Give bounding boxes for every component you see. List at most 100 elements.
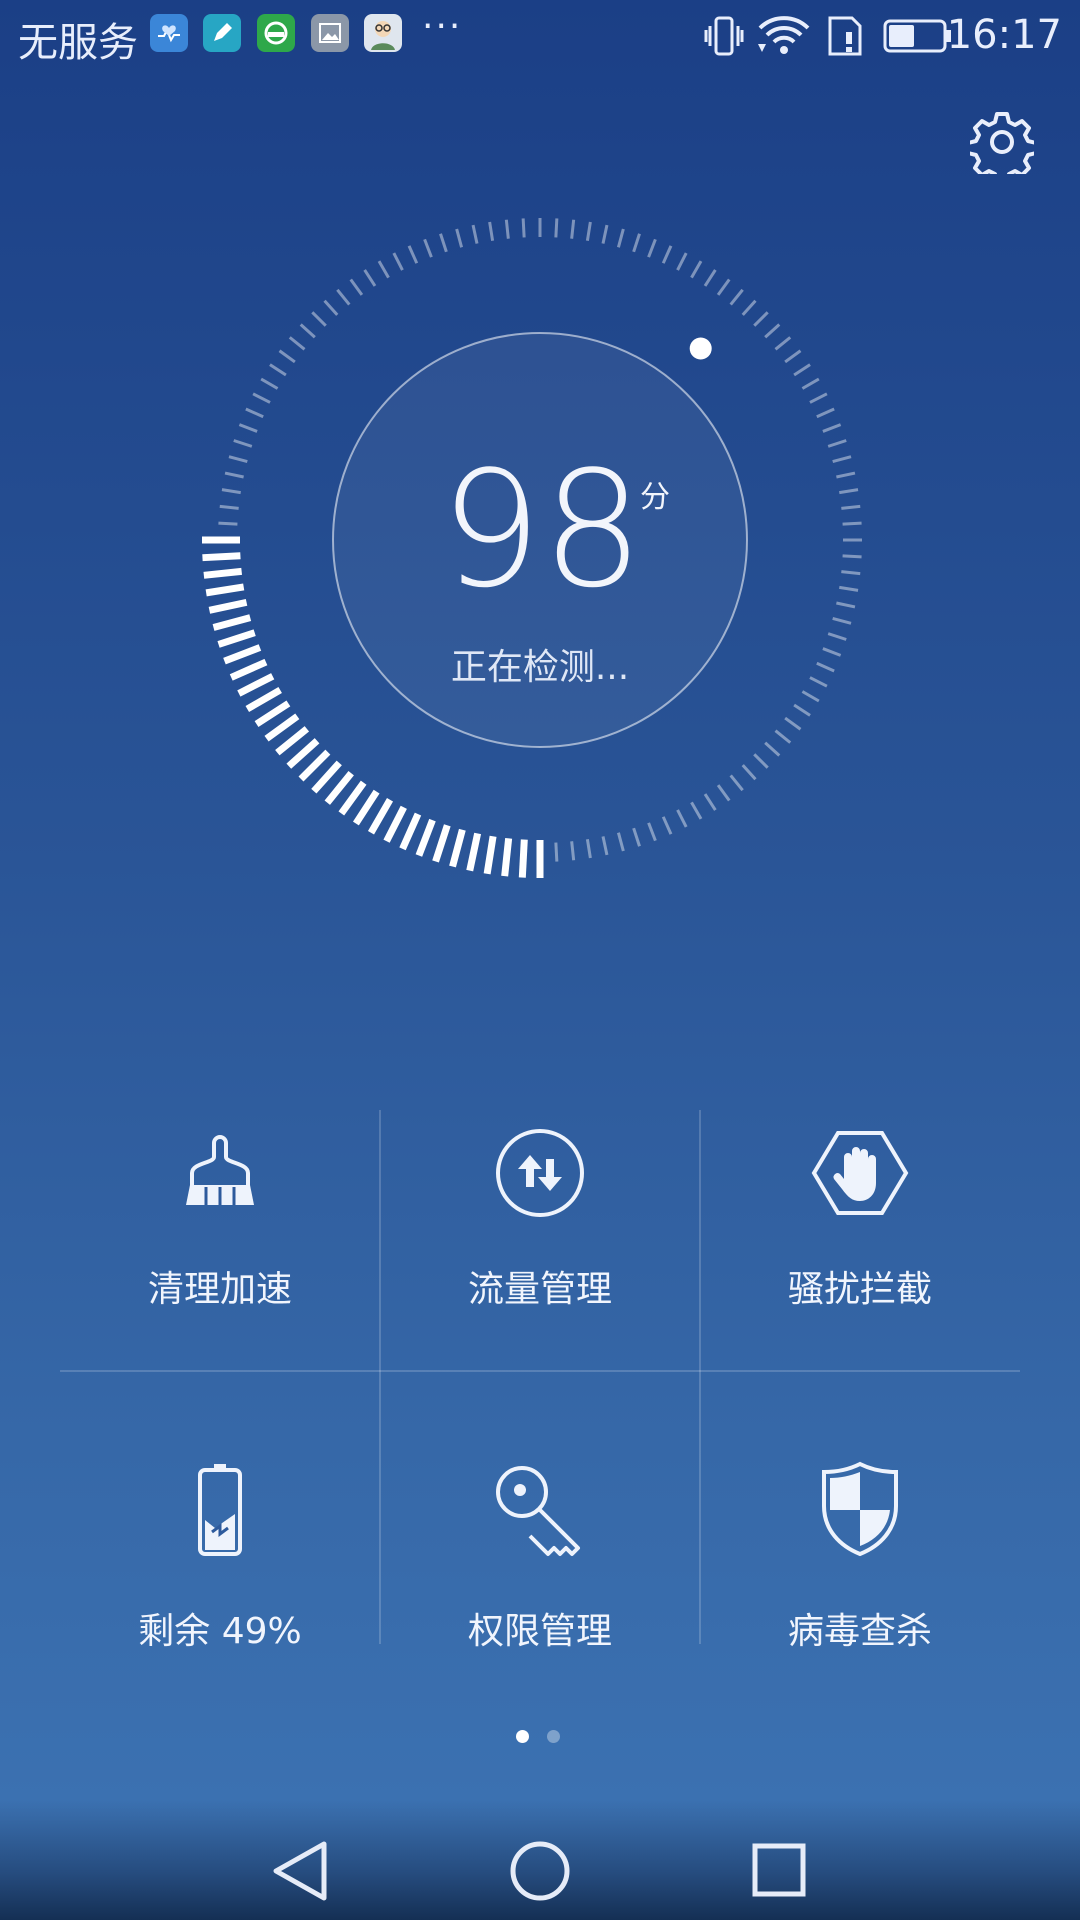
back-icon[interactable] bbox=[266, 1836, 336, 1906]
battery-icon bbox=[883, 19, 951, 53]
dial-tick-active bbox=[275, 726, 310, 756]
dial-tick bbox=[774, 729, 792, 744]
home-icon[interactable] bbox=[505, 1836, 575, 1906]
dial-tick bbox=[288, 336, 306, 351]
page-dot-active[interactable] bbox=[516, 1730, 529, 1743]
tile-battery[interactable]: 剩余 49% bbox=[60, 1440, 380, 1770]
dial-tick bbox=[228, 455, 248, 464]
dial-tick bbox=[363, 269, 377, 287]
dial-tick bbox=[716, 784, 731, 802]
dial-tick bbox=[801, 377, 820, 390]
broom-icon bbox=[186, 1135, 254, 1205]
dial-tick bbox=[827, 632, 847, 641]
dial-tick bbox=[690, 801, 703, 820]
dial-tick-active bbox=[237, 673, 275, 697]
dial-tick bbox=[423, 238, 433, 258]
score-value: 98 bbox=[440, 436, 644, 623]
dial-tick bbox=[832, 455, 852, 464]
navigation-bar bbox=[0, 1800, 1080, 1920]
vibrate-icon bbox=[704, 16, 744, 56]
dial-tick bbox=[616, 832, 625, 852]
dial-tick-active bbox=[432, 824, 451, 863]
dial-tick-active bbox=[324, 770, 354, 805]
dial-tick bbox=[585, 221, 592, 241]
scan-status: 正在检测... bbox=[450, 647, 630, 688]
dial-tick bbox=[269, 363, 287, 377]
dial-tick bbox=[407, 245, 419, 264]
dial-tick-active bbox=[466, 832, 482, 872]
dial-tick bbox=[836, 471, 856, 479]
tile-permission-management[interactable]: 权限管理 bbox=[380, 1440, 700, 1770]
dial-tick bbox=[616, 228, 625, 248]
dial-tick bbox=[219, 504, 239, 510]
dial-tick-active bbox=[352, 789, 380, 826]
dial-tick bbox=[455, 228, 464, 248]
dial-tick bbox=[836, 601, 856, 609]
wifi-icon bbox=[758, 16, 810, 54]
dial-tick-active bbox=[501, 837, 513, 877]
dial-tick bbox=[774, 336, 792, 351]
dial-tick bbox=[793, 703, 811, 717]
chat-app-icon bbox=[257, 14, 295, 52]
tile-label: 骚扰拦截 bbox=[787, 1269, 932, 1310]
gear-icon[interactable] bbox=[970, 110, 1034, 174]
tile-virus-scan[interactable]: 病毒查杀 bbox=[700, 1440, 1020, 1770]
avatar-app-icon bbox=[364, 14, 402, 52]
dial-tick bbox=[676, 252, 688, 271]
dial-tick bbox=[377, 260, 390, 279]
dial-tick bbox=[570, 219, 576, 239]
dial-tick bbox=[336, 288, 351, 306]
dial-tick bbox=[601, 836, 609, 856]
dial-tick bbox=[647, 822, 657, 842]
dial-tick bbox=[729, 774, 744, 792]
page-dot[interactable] bbox=[547, 1730, 560, 1743]
dial-tick-active bbox=[223, 644, 262, 665]
dial-tick bbox=[839, 585, 859, 592]
dial-tick-active bbox=[212, 614, 252, 631]
dial-tick bbox=[703, 793, 717, 811]
dial-tick bbox=[703, 269, 717, 287]
scan-indicator-dot bbox=[689, 337, 712, 360]
data-transfer-icon bbox=[496, 1129, 584, 1217]
dial-tick bbox=[753, 311, 769, 327]
dial-tick bbox=[349, 278, 364, 296]
dial-tick-active bbox=[229, 658, 268, 681]
dial-tick bbox=[784, 716, 802, 731]
dial-tick-active bbox=[383, 805, 407, 843]
dial-tick bbox=[661, 816, 673, 835]
tile-label: 权限管理 bbox=[467, 1611, 612, 1652]
tile-data-management[interactable]: 流量管理 bbox=[380, 1110, 700, 1440]
dial-tick bbox=[841, 570, 861, 576]
dial-tick-active bbox=[449, 828, 466, 868]
tile-harassment-blocking[interactable]: 骚扰拦截 bbox=[700, 1110, 1020, 1440]
dial-tick bbox=[822, 647, 842, 657]
dial-tick bbox=[809, 392, 828, 404]
carrier-label: 无服务 bbox=[18, 20, 138, 66]
dial-tick bbox=[832, 616, 852, 625]
dial-tick bbox=[690, 260, 703, 279]
dial-tick bbox=[784, 349, 802, 364]
dial-tick bbox=[842, 521, 862, 526]
dial-tick bbox=[716, 278, 731, 296]
tile-label: 剩余 49% bbox=[138, 1611, 302, 1652]
dial-tick bbox=[764, 741, 781, 757]
dial-tick bbox=[816, 407, 835, 419]
clock: 16:17 bbox=[946, 12, 1062, 58]
dial-tick bbox=[554, 842, 559, 862]
recents-icon[interactable] bbox=[745, 1836, 815, 1906]
dial-tick bbox=[793, 363, 811, 377]
page-indicator bbox=[516, 1730, 576, 1746]
dial-tick bbox=[323, 299, 339, 316]
dial-tick bbox=[238, 423, 258, 433]
dial-tick bbox=[827, 439, 847, 448]
tile-cleanup[interactable]: 清理加速 bbox=[60, 1110, 380, 1440]
dial-tick bbox=[570, 841, 576, 861]
dial-tick bbox=[809, 676, 828, 688]
dial-tick-active bbox=[518, 839, 528, 878]
dial-tick bbox=[521, 218, 526, 238]
tile-label: 流量管理 bbox=[467, 1269, 612, 1310]
dial-tick bbox=[278, 349, 296, 364]
dial-tick bbox=[392, 252, 404, 271]
dial-tick bbox=[439, 233, 448, 253]
dial-tick bbox=[741, 764, 757, 781]
